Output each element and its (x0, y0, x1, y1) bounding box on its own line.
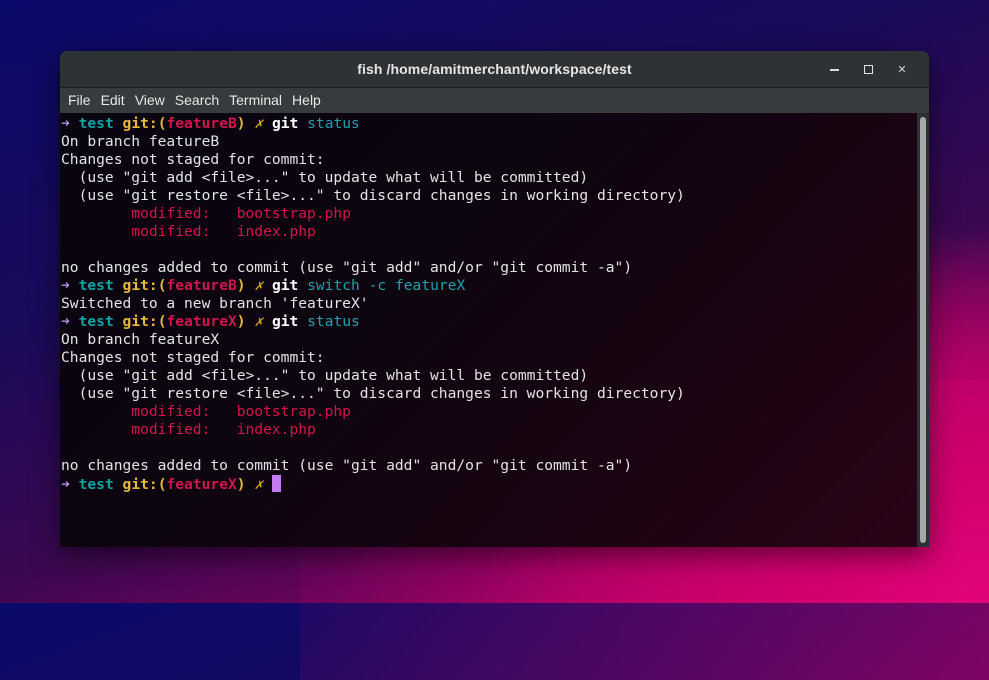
modified-label: modified: (131, 403, 237, 420)
output-line: Changes not staged for commit: (61, 151, 913, 169)
output-line: (use "git add <file>..." to update what … (61, 169, 913, 187)
output-text: Changes not staged for commit: (61, 151, 325, 168)
output-line: (use "git add <file>..." to update what … (61, 367, 913, 385)
output-line: On branch featureX (61, 331, 913, 349)
modified-file-name: index.php (236, 223, 316, 240)
output-text: (use "git restore <file>..." to discard … (61, 187, 685, 204)
menu-terminal[interactable]: Terminal (224, 88, 287, 113)
dirty-marker-icon: ✗ (254, 277, 264, 294)
output-text: Changes not staged for commit: (61, 349, 325, 366)
menu-edit[interactable]: Edit (96, 88, 130, 113)
command-name: git (271, 313, 299, 330)
output-line: no changes added to commit (use "git add… (61, 259, 913, 277)
maximize-button[interactable] (851, 57, 885, 81)
command-args: status (307, 313, 360, 330)
modified-file-line: modified: bootstrap.php (61, 205, 913, 223)
modified-file-line: modified: index.php (61, 223, 913, 241)
prompt-directory: test (78, 277, 114, 294)
modified-label: modified: (131, 421, 237, 438)
modified-file-line: modified: index.php (61, 421, 913, 439)
prompt-arrow-icon: ➜ (61, 313, 70, 330)
modified-file-name: bootstrap.php (236, 205, 351, 222)
output-text: Switched to a new branch 'featureX' (61, 295, 369, 312)
prompt-git-close: ) (236, 277, 246, 294)
terminal-cursor (271, 475, 281, 492)
minimize-button[interactable] (817, 57, 851, 81)
menu-bar: File Edit View Search Terminal Help (60, 88, 929, 114)
prompt-line: ➜ test git:(featureX) ✗ git status (61, 313, 913, 331)
title-bar[interactable]: fish /home/amitmerchant/workspace/test ✕ (60, 51, 929, 88)
output-line: (use "git restore <file>..." to discard … (61, 385, 913, 403)
modified-file-name: bootstrap.php (236, 403, 351, 420)
menu-help[interactable]: Help (287, 88, 326, 113)
menu-file[interactable]: File (63, 88, 96, 113)
scrollbar-thumb[interactable] (920, 117, 926, 543)
output-line: (use "git restore <file>..." to discard … (61, 187, 913, 205)
menu-view[interactable]: View (130, 88, 170, 113)
output-line: Switched to a new branch 'featureX' (61, 295, 913, 313)
dirty-marker-icon: ✗ (254, 313, 264, 330)
terminal-content: ➜ test git:(featureB) ✗ git status On bra… (61, 115, 913, 547)
output-line: On branch featureB (61, 133, 913, 151)
output-text: On branch featureX (61, 331, 220, 348)
output-text: (use "git restore <file>..." to discard … (61, 385, 685, 402)
minimize-icon (829, 69, 839, 71)
window-controls: ✕ (817, 51, 919, 87)
modified-label: modified: (131, 223, 237, 240)
dirty-marker-icon: ✗ (254, 115, 264, 132)
prompt-git-label: git:( (122, 313, 167, 330)
prompt-git-close: ) (236, 476, 246, 493)
modified-file-line: modified: bootstrap.php (61, 403, 913, 421)
output-line: Changes not staged for commit: (61, 349, 913, 367)
output-line: no changes added to commit (use "git add… (61, 457, 913, 475)
prompt-arrow-icon: ➜ (61, 115, 70, 132)
scrollbar[interactable] (917, 113, 929, 547)
output-text: no changes added to commit (use "git add… (61, 259, 633, 276)
window-title: fish /home/amitmerchant/workspace/test (357, 61, 632, 77)
prompt-line: ➜ test git:(featureB) ✗ git status (61, 115, 913, 133)
prompt-git-close: ) (236, 313, 246, 330)
prompt-arrow-icon: ➜ (61, 277, 70, 294)
prompt-arrow-icon: ➜ (61, 476, 70, 493)
command-name: git (271, 277, 299, 294)
menu-search[interactable]: Search (170, 88, 224, 113)
command-args: switch -c featureX (307, 277, 466, 294)
close-icon: ✕ (897, 62, 907, 76)
dirty-marker-icon: ✗ (254, 476, 264, 493)
prompt-git-label: git:( (122, 277, 167, 294)
prompt-line: ➜ test git:(featureB) ✗ git switch -c fe… (61, 277, 913, 295)
prompt-branch: featureB (166, 115, 237, 132)
prompt-git-label: git:( (122, 476, 167, 493)
prompt-branch: featureX (166, 313, 237, 330)
prompt-branch: featureX (166, 476, 237, 493)
prompt-line: ➜ test git:(featureX) ✗ (61, 475, 913, 493)
prompt-directory: test (78, 476, 114, 493)
maximize-icon (863, 64, 873, 74)
modified-label: modified: (131, 205, 237, 222)
prompt-directory: test (78, 313, 114, 330)
terminal-window: fish /home/amitmerchant/workspace/test ✕… (60, 51, 929, 547)
prompt-git-close: ) (236, 115, 246, 132)
output-text: (use "git add <file>..." to update what … (61, 169, 589, 186)
prompt-git-label: git:( (122, 115, 167, 132)
output-text: On branch featureB (61, 133, 220, 150)
command-name: git (271, 115, 299, 132)
modified-file-name: index.php (236, 421, 316, 438)
terminal-output-area[interactable]: ➜ test git:(featureB) ✗ git status On bra… (60, 113, 929, 547)
command-args: status (307, 115, 360, 132)
close-button[interactable]: ✕ (885, 57, 919, 81)
prompt-directory: test (78, 115, 114, 132)
prompt-branch: featureB (166, 277, 237, 294)
output-text: no changes added to commit (use "git add… (61, 457, 633, 474)
output-text: (use "git add <file>..." to update what … (61, 367, 589, 384)
